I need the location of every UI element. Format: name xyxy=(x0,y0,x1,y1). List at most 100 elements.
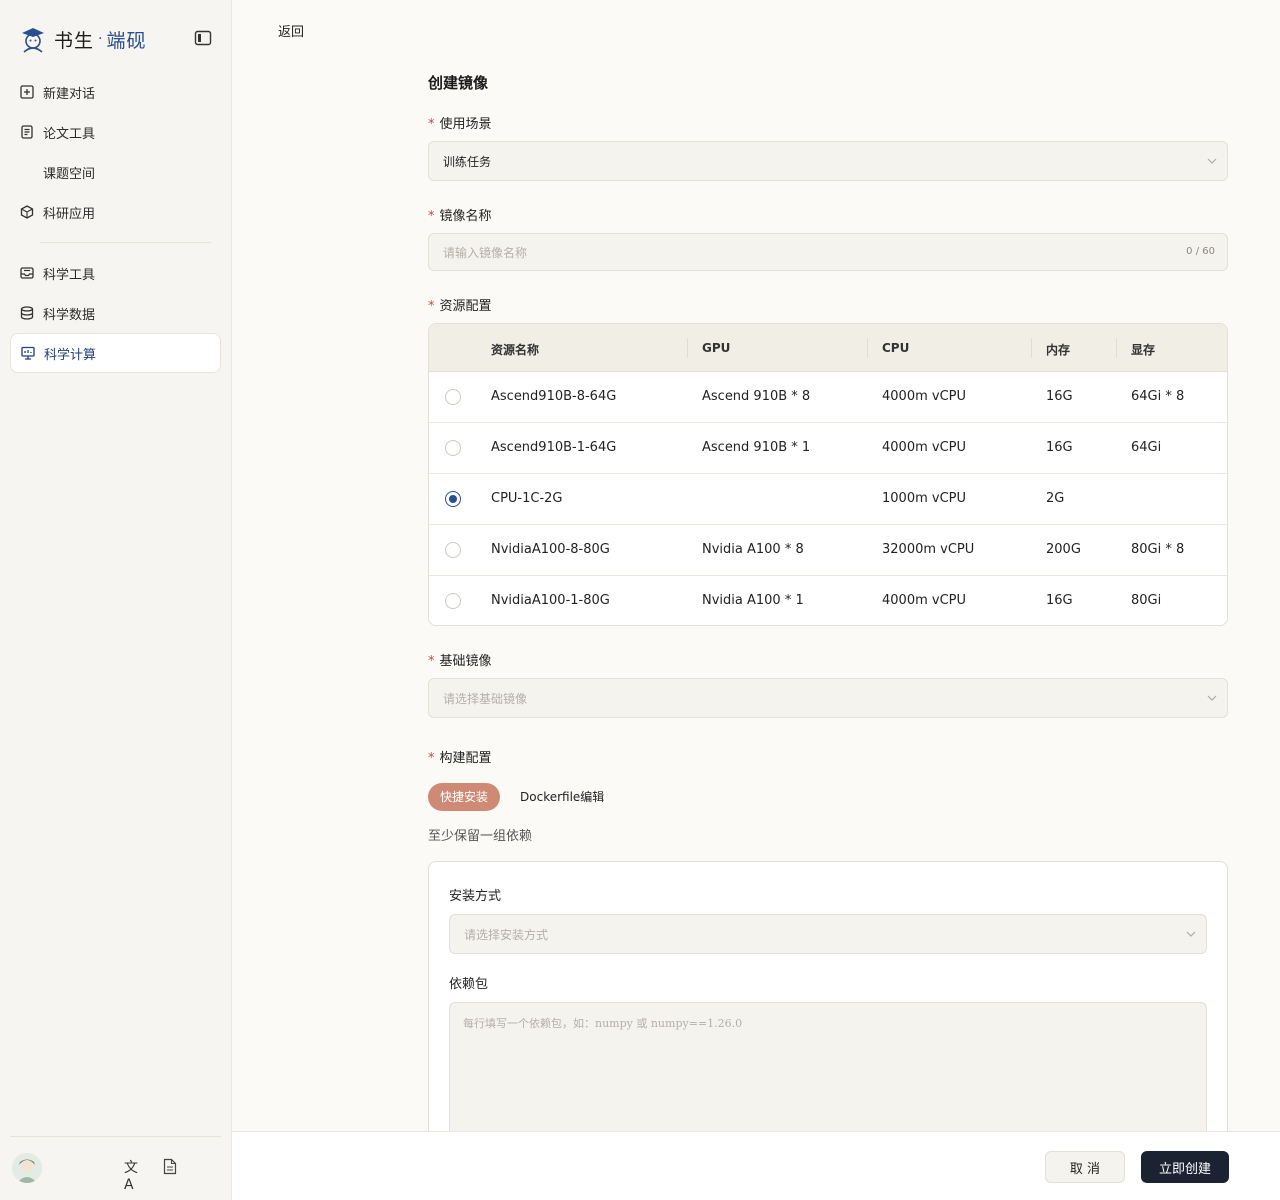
tab-dockerfile-edit[interactable]: Dockerfile编辑 xyxy=(508,783,616,811)
cell-gpu: Ascend 910B * 8 xyxy=(702,389,811,404)
cell-cpu: 4000m vCPU xyxy=(882,389,967,404)
base-image-select[interactable]: 请选择基础镜像 xyxy=(428,678,1228,718)
base-image-label: * 基础镜像 xyxy=(428,650,492,669)
sidebar-item-science-compute[interactable]: 科学计算 xyxy=(10,333,221,373)
resource-label: * 资源配置 xyxy=(428,295,492,314)
table-header: 资源名称 GPU CPU 内存 显存 xyxy=(429,324,1227,372)
sidebar-item-paper-tools[interactable]: 论文工具 xyxy=(10,112,221,152)
resource-radio[interactable] xyxy=(445,593,461,609)
docs-icon[interactable] xyxy=(163,1158,177,1175)
install-method-select[interactable]: 请选择安装方式 xyxy=(449,914,1207,954)
table-row[interactable]: Ascend910B-1-64G Ascend 910B * 1 4000m v… xyxy=(429,423,1227,474)
cell-name: Ascend910B-8-64G xyxy=(491,389,617,404)
build-config-label: * 构建配置 xyxy=(428,747,492,766)
sidebar-item-topic-space[interactable]: 课题空间 xyxy=(10,152,221,192)
chevron-down-icon xyxy=(1186,931,1196,937)
image-name-input[interactable]: 请输入镜像名称 0 / 60 xyxy=(428,233,1228,271)
resource-radio[interactable] xyxy=(445,389,461,405)
inbox-icon xyxy=(20,267,34,279)
sidebar-item-new-chat[interactable]: 新建对话 xyxy=(10,72,221,112)
cell-cpu: 4000m vCPU xyxy=(882,440,967,455)
chevron-down-icon xyxy=(1207,158,1217,164)
char-counter: 0 / 60 xyxy=(1186,246,1215,257)
sidebar-item-research-apps[interactable]: 科研应用 xyxy=(10,192,221,232)
dependency-hint: 至少保留一组依赖 xyxy=(428,829,533,844)
brand-name: 书生 xyxy=(54,29,95,52)
sidebar-item-label: 科学计算 xyxy=(44,347,97,363)
avatar-icon xyxy=(12,1153,42,1183)
sidebar-item-science-data[interactable]: 科学数据 xyxy=(10,293,221,333)
install-method-label: 安装方式 xyxy=(449,889,502,904)
plus-square-icon xyxy=(20,85,34,99)
database-icon xyxy=(20,306,34,320)
column-header-gpu: GPU xyxy=(702,341,731,355)
scholar-logo-icon xyxy=(22,28,44,53)
required-mark: * xyxy=(428,654,435,669)
cell-vram: 64Gi xyxy=(1131,440,1162,455)
required-mark: * xyxy=(428,751,435,766)
cube-icon xyxy=(20,205,34,219)
column-header-vram: 显存 xyxy=(1131,343,1156,357)
table-row[interactable]: CPU-1C-2G 1000m vCPU 2G xyxy=(429,474,1227,525)
table-row[interactable]: NvidiaA100-1-80G Nvidia A100 * 1 4000m v… xyxy=(429,576,1227,625)
cell-memory: 16G xyxy=(1046,593,1073,608)
column-divider xyxy=(867,338,868,358)
column-divider xyxy=(687,338,688,358)
brand-dot: · xyxy=(98,31,103,47)
image-name-label: * 镜像名称 xyxy=(428,205,492,224)
form-footer: 取 消 立即创建 xyxy=(232,1131,1280,1200)
column-header-cpu: CPU xyxy=(882,341,910,355)
cell-vram: 80Gi * 8 xyxy=(1131,542,1185,557)
packages-textarea[interactable]: 每行填写一个依赖包，如：numpy 或 numpy==1.26.0 xyxy=(449,1002,1207,1152)
cell-gpu: Nvidia A100 * 8 xyxy=(702,542,804,557)
resource-radio[interactable] xyxy=(445,542,461,558)
cell-name: NvidiaA100-1-80G xyxy=(491,593,610,608)
sidebar-item-label: 科学数据 xyxy=(43,307,96,323)
brand-logo[interactable]: 书生 · 端砚 xyxy=(18,22,146,56)
sidebar: 书生 · 端砚 新建对话 论文工具 课题空间 科研应用 科学工具 科学数据 科学… xyxy=(0,0,232,1200)
cell-gpu: Nvidia A100 * 1 xyxy=(702,593,804,608)
sidebar-item-label: 课题空间 xyxy=(43,166,96,182)
sidebar-collapse-icon[interactable] xyxy=(194,30,212,46)
sidebar-divider xyxy=(40,242,211,243)
scene-label-text: 使用场景 xyxy=(439,117,492,132)
resource-radio-selected[interactable] xyxy=(445,491,461,507)
column-header-memory: 内存 xyxy=(1046,343,1071,357)
table-row[interactable]: Ascend910B-8-64G Ascend 910B * 8 4000m v… xyxy=(429,372,1227,423)
base-image-placeholder: 请选择基础镜像 xyxy=(443,691,528,706)
resource-label-text: 资源配置 xyxy=(439,299,492,314)
cell-vram: 64Gi * 8 xyxy=(1131,389,1185,404)
scene-select[interactable]: 训练任务 xyxy=(428,141,1228,181)
resource-radio[interactable] xyxy=(445,440,461,456)
cell-memory: 2G xyxy=(1046,491,1065,506)
cell-name: Ascend910B-1-64G xyxy=(491,440,617,455)
main-content: 返回 创建镜像 * 使用场景 训练任务 * 镜像名称 请输入镜像名称 0 / 60 … xyxy=(232,0,1280,1200)
cell-memory: 16G xyxy=(1046,389,1073,404)
required-mark: * xyxy=(428,117,435,132)
sidebar-item-label: 科研应用 xyxy=(43,206,96,222)
base-image-label-text: 基础镜像 xyxy=(439,654,492,669)
resource-table: 资源名称 GPU CPU 内存 显存 Ascend910B-8-64G Asce… xyxy=(428,323,1228,626)
create-button[interactable]: 立即创建 xyxy=(1141,1151,1229,1183)
build-tabs: 快捷安装 Dockerfile编辑 xyxy=(428,783,616,811)
cancel-button[interactable]: 取 消 xyxy=(1045,1151,1125,1183)
table-row[interactable]: NvidiaA100-8-80G Nvidia A100 * 8 32000m … xyxy=(429,525,1227,576)
cell-memory: 200G xyxy=(1046,542,1081,557)
cell-gpu: Ascend 910B * 1 xyxy=(702,440,811,455)
column-divider xyxy=(1031,338,1032,358)
cell-memory: 16G xyxy=(1046,440,1073,455)
page-title: 创建镜像 xyxy=(428,74,489,92)
tab-quick-install[interactable]: 快捷安装 xyxy=(428,783,501,811)
packages-label: 依赖包 xyxy=(449,977,489,992)
required-mark: * xyxy=(428,299,435,314)
sidebar-item-science-tools[interactable]: 科学工具 xyxy=(10,253,221,293)
sidebar-footer: 文A xyxy=(10,1136,221,1200)
brand-sub: 端砚 xyxy=(106,29,147,52)
cell-cpu: 32000m vCPU xyxy=(882,542,975,557)
required-mark: * xyxy=(428,209,435,224)
avatar[interactable] xyxy=(12,1153,42,1183)
language-toggle-button[interactable]: 文A xyxy=(124,1157,146,1193)
cell-name: CPU-1C-2G xyxy=(491,491,563,506)
sidebar-item-label: 新建对话 xyxy=(43,86,96,102)
back-link[interactable]: 返回 xyxy=(278,21,304,40)
